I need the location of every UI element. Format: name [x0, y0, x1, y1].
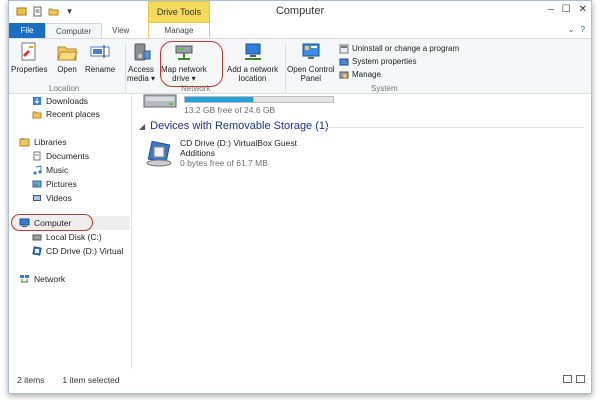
content-pane: 13.2 GB free of 24.6 GB ◢ Devices with R… [132, 94, 591, 369]
ribbon-controls: ⌄ ? [568, 25, 585, 34]
minimize-icon[interactable]: – [548, 4, 554, 15]
manage-icon [339, 71, 349, 78]
explorer-window: ▾ Drive Tools Computer – ☐ ✕ File Comput… [8, 0, 592, 394]
close-icon[interactable]: ✕ [579, 4, 587, 15]
collapse-ribbon-icon[interactable]: ⌄ [568, 25, 575, 34]
ribbon: Properties Open Rename Location Access m… [9, 38, 591, 94]
tab-view[interactable]: View [102, 23, 139, 38]
selection-count: 1 item selected [62, 375, 120, 385]
nav-item-documents[interactable]: Documents [31, 151, 89, 161]
nav-item-videos[interactable]: Videos [31, 193, 72, 203]
system-properties-button[interactable]: System properties [339, 55, 459, 68]
open-button[interactable]: Open [55, 41, 79, 74]
location-group-label: Location [49, 84, 80, 93]
system-actions: Uninstall or change a program System pro… [339, 42, 459, 81]
computer-highlight [11, 214, 93, 231]
collapse-arrow-icon: ◢ [139, 121, 146, 131]
tab-file[interactable]: File [9, 23, 45, 38]
tiles-view-icon[interactable] [576, 375, 585, 383]
cd-drive-tile[interactable]: CD Drive (D:) VirtualBox Guest Additions… [144, 138, 320, 168]
local-disk-usage-fill [184, 96, 254, 103]
nav-item-network[interactable]: Network [19, 274, 65, 284]
window-controls: – ☐ ✕ [548, 4, 587, 15]
uninstall-program-button[interactable]: Uninstall or change a program [339, 42, 459, 55]
local-disk-icon [31, 232, 42, 242]
programs-icon [339, 44, 349, 53]
rename-button[interactable]: Rename [85, 41, 115, 74]
open-folder-icon [55, 41, 79, 63]
help-icon[interactable]: ? [581, 25, 585, 34]
libraries-icon [19, 137, 30, 147]
navigation-pane: Downloads Recent places Libraries Docume… [9, 94, 131, 369]
nav-item-cd-drive[interactable]: CD Drive (D:) Virtual [31, 246, 123, 256]
tab-manage[interactable]: Manage [148, 23, 210, 38]
properties-button[interactable]: Properties [11, 41, 47, 74]
downloads-icon [31, 96, 42, 106]
nav-item-music[interactable]: Music [31, 165, 68, 175]
system-group-label: System [371, 84, 398, 93]
cd-drive-details: CD Drive (D:) VirtualBox Guest Additions… [180, 138, 297, 168]
ribbon-tabs: File Computer View Manage ⌄ ? [9, 23, 591, 38]
virtualbox-icon [31, 246, 42, 256]
virtualbox-cd-icon [146, 140, 172, 167]
tab-computer[interactable]: Computer [45, 23, 103, 38]
maximize-icon[interactable]: ☐ [562, 4, 571, 15]
properties-icon [17, 41, 41, 63]
access-media-button[interactable]: Access media ▾ [127, 41, 155, 83]
documents-icon [31, 151, 42, 161]
videos-icon [31, 193, 42, 203]
ribbon-separator [125, 43, 126, 93]
nav-item-downloads[interactable]: Downloads [31, 96, 88, 106]
details-view-icon[interactable] [563, 375, 572, 383]
ribbon-separator [285, 43, 286, 93]
pictures-icon [31, 179, 42, 189]
network-icon [19, 274, 30, 284]
manage-button[interactable]: Manage [339, 68, 459, 81]
access-media-icon [129, 41, 153, 63]
status-bar: 2 items 1 item selected [9, 367, 591, 393]
title-bar: ▾ Drive Tools Computer – ☐ ✕ [9, 1, 591, 23]
recent-places-icon [31, 109, 42, 119]
add-network-location-icon [241, 41, 265, 63]
removable-storage-header[interactable]: ◢ Devices with Removable Storage (1) [139, 120, 584, 132]
nav-item-local-disk[interactable]: Local Disk (C:) [31, 232, 102, 242]
view-switcher [563, 375, 585, 383]
nav-item-libraries[interactable]: Libraries [19, 137, 67, 147]
item-count: 2 items [17, 375, 45, 385]
nav-item-recent-places[interactable]: Recent places [31, 109, 100, 119]
window-title: Computer [275, 5, 325, 17]
nav-item-pictures[interactable]: Pictures [31, 179, 77, 189]
open-control-panel-button[interactable]: Open Control Panel [287, 41, 335, 83]
section-divider [324, 127, 584, 128]
hard-drive-icon [143, 94, 177, 108]
music-icon [31, 165, 42, 175]
local-disk-free-text: 13.2 GB free of 24.6 GB [184, 105, 276, 115]
add-network-location-button[interactable]: Add a network location [227, 41, 278, 83]
system-properties-icon [339, 58, 349, 65]
control-panel-icon [299, 41, 323, 63]
map-network-drive-highlight [160, 41, 223, 87]
rename-icon [88, 41, 112, 63]
